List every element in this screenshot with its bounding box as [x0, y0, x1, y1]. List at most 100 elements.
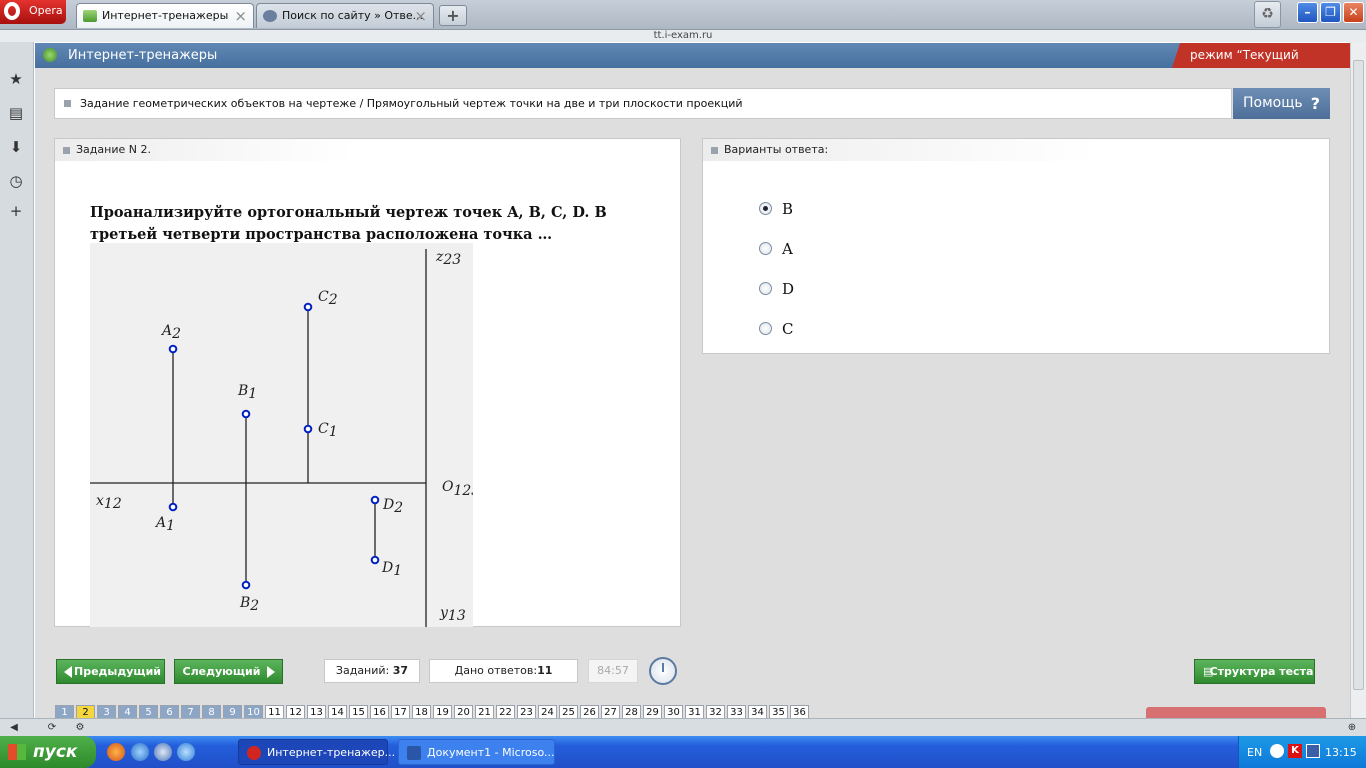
opera-menu-button[interactable]: Opera — [0, 0, 66, 24]
horizontal-scrollbar[interactable]: ◀ ⟳ ⚙ ⊕ — [0, 718, 1366, 736]
scroll-thumb[interactable] — [1353, 60, 1364, 690]
history-icon[interactable]: ◷ — [7, 172, 25, 190]
question-number-29[interactable]: 29 — [643, 705, 662, 718]
tab-close-icon[interactable]: × — [414, 7, 427, 25]
test-structure-button[interactable]: ▤ Структура теста — [1194, 659, 1315, 684]
question-number-24[interactable]: 24 — [538, 705, 557, 718]
finish-button[interactable] — [1146, 707, 1326, 718]
option-label: D — [782, 280, 795, 298]
language-indicator[interactable]: EN — [1247, 746, 1262, 759]
minimize-button[interactable]: – — [1297, 2, 1318, 23]
point-d2 — [370, 495, 380, 505]
downloads-icon[interactable]: ⬇ — [7, 138, 25, 156]
start-button[interactable]: пуск — [0, 736, 96, 768]
question-number-10[interactable]: 10 — [244, 705, 263, 718]
arrow-right-icon — [267, 666, 275, 678]
k-meleon-icon[interactable] — [154, 743, 172, 761]
close-window-button[interactable]: ✕ — [1343, 2, 1364, 23]
question-number-27[interactable]: 27 — [601, 705, 620, 718]
question-number-4[interactable]: 4 — [118, 705, 137, 718]
antivirus-icon[interactable]: K — [1288, 744, 1302, 758]
settings-icon[interactable]: ⚙ — [72, 720, 88, 735]
ie-quick-icon[interactable] — [177, 743, 195, 761]
new-tab-button[interactable]: + — [439, 5, 467, 26]
drawing-svg: z23 x12 O123 y13 A2 A1 B1 B2 C2 C1 D2 D1 — [90, 249, 480, 627]
tab-trainer[interactable]: Интернет-тренажеры × — [76, 3, 254, 28]
question-number-18[interactable]: 18 — [412, 705, 431, 718]
bookmarks-icon[interactable]: ★ — [7, 70, 25, 88]
help-button[interactable]: Помощь ? — [1233, 88, 1330, 119]
question-number-33[interactable]: 33 — [727, 705, 746, 718]
question-number-strip: 1 2 3 4 5 6 7 8 9 10 11 12 13 14 15 16 17 18 19 20 21 22 23 24 2… — [55, 705, 815, 718]
vertical-scrollbar[interactable] — [1350, 42, 1366, 718]
question-number-13[interactable]: 13 — [307, 705, 326, 718]
question-number-21[interactable]: 21 — [475, 705, 494, 718]
question-number-3[interactable]: 3 — [97, 705, 116, 718]
question-number-20[interactable]: 20 — [454, 705, 473, 718]
label-y: y13 — [439, 605, 466, 624]
question-number-23[interactable]: 23 — [517, 705, 536, 718]
address-bar[interactable]: tt.i-exam.ru — [0, 30, 1366, 42]
orthographic-drawing: z23 x12 O123 y13 A2 A1 B1 B2 C2 C1 D2 D1 — [90, 243, 480, 627]
question-number-12[interactable]: 12 — [286, 705, 305, 718]
question-number-11[interactable]: 11 — [265, 705, 284, 718]
tab-search[interactable]: Поиск по сайту » Отве... × — [256, 3, 434, 28]
restore-button[interactable]: ❐ — [1320, 2, 1341, 23]
scroll-left-icon[interactable]: ◀ — [6, 720, 22, 735]
question-number-31[interactable]: 31 — [685, 705, 704, 718]
label-o: O123 — [442, 479, 473, 499]
ie-icon[interactable] — [131, 743, 149, 761]
question-number-2[interactable]: 2 — [76, 705, 95, 718]
question-number-19[interactable]: 19 — [433, 705, 452, 718]
zoom-icon[interactable]: ⊕ — [1344, 720, 1360, 735]
question-number-6[interactable]: 6 — [160, 705, 179, 718]
radio-icon[interactable] — [759, 282, 772, 295]
task-panel: Задание N 2. Проанализируйте ортогональн… — [54, 138, 681, 627]
question-number-15[interactable]: 15 — [349, 705, 368, 718]
question-number-22[interactable]: 22 — [496, 705, 515, 718]
question-number-28[interactable]: 28 — [622, 705, 641, 718]
prev-button[interactable]: Предыдущий — [56, 659, 165, 684]
question-number-35[interactable]: 35 — [769, 705, 788, 718]
firefox-icon[interactable] — [107, 743, 125, 761]
question-number-7[interactable]: 7 — [181, 705, 200, 718]
structure-label: Структура теста — [1209, 665, 1314, 678]
question-number-32[interactable]: 32 — [706, 705, 725, 718]
question-number-36[interactable]: 36 — [790, 705, 809, 718]
question-number-9[interactable]: 9 — [223, 705, 242, 718]
taskbar-item-word[interactable]: Документ1 - Microso... — [398, 739, 555, 765]
notes-icon[interactable]: ▤ — [7, 104, 25, 122]
question-number-16[interactable]: 16 — [370, 705, 389, 718]
point-a1 — [168, 502, 178, 512]
tab-close-icon[interactable]: × — [234, 7, 247, 25]
network-icon[interactable] — [1270, 744, 1284, 758]
display-icon[interactable] — [1306, 744, 1320, 758]
taskbar-item-opera[interactable]: Интернет-тренажер... — [238, 739, 395, 765]
topic-text: Задание геометрических объектов на черте… — [80, 97, 743, 110]
next-button[interactable]: Следующий — [174, 659, 283, 684]
label-a1: A1 — [154, 515, 175, 534]
trash-icon[interactable]: ♻ — [1254, 1, 1281, 28]
question-number-14[interactable]: 14 — [328, 705, 347, 718]
question-number-30[interactable]: 30 — [664, 705, 683, 718]
question-number-25[interactable]: 25 — [559, 705, 578, 718]
option-label: A — [782, 240, 793, 258]
question-text: Проанализируйте ортогональный чертеж точ… — [90, 204, 607, 243]
radio-icon[interactable] — [759, 242, 772, 255]
answered-label: Дано ответов: — [454, 664, 538, 677]
bullet-icon — [64, 100, 71, 107]
clock-time: 13:15 — [1325, 746, 1357, 759]
question-number-34[interactable]: 34 — [748, 705, 767, 718]
answers-title: Варианты ответа: — [724, 143, 829, 156]
radio-selected-icon[interactable] — [759, 202, 772, 215]
question-number-5[interactable]: 5 — [139, 705, 158, 718]
bullet-icon — [711, 147, 718, 154]
reload-icon[interactable]: ⟳ — [44, 720, 60, 735]
question-number-17[interactable]: 17 — [391, 705, 410, 718]
timer: 84:57 — [588, 659, 638, 683]
question-number-8[interactable]: 8 — [202, 705, 221, 718]
question-number-1[interactable]: 1 — [55, 705, 74, 718]
question-number-26[interactable]: 26 — [580, 705, 599, 718]
add-panel-icon[interactable]: + — [7, 202, 25, 220]
radio-icon[interactable] — [759, 322, 772, 335]
